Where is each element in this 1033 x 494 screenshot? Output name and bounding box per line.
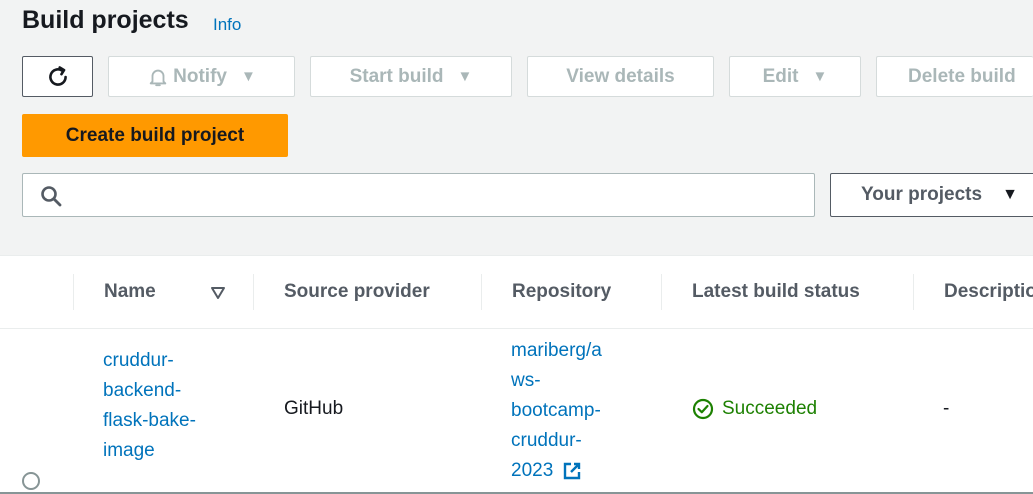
project-name-line: backend- bbox=[103, 380, 182, 401]
start-build-button[interactable]: Start build ▼ bbox=[310, 56, 512, 97]
delete-build-label: Delete build bbox=[908, 65, 1016, 87]
delete-build-button[interactable]: Delete build bbox=[876, 56, 1033, 97]
column-divider bbox=[481, 274, 482, 310]
search-input[interactable] bbox=[75, 180, 799, 212]
repository-line: bootcamp- bbox=[511, 400, 601, 421]
column-header-repository[interactable]: Repository bbox=[512, 281, 611, 303]
project-name-link[interactable]: cruddur- backend- flask-bake- image bbox=[103, 346, 196, 466]
caret-down-icon: ▼ bbox=[812, 68, 828, 85]
source-provider-value: GitHub bbox=[284, 398, 344, 419]
edit-button[interactable]: Edit ▼ bbox=[729, 56, 861, 97]
repository-line: 2023 bbox=[511, 456, 602, 486]
success-check-icon bbox=[692, 398, 714, 420]
refresh-button[interactable] bbox=[22, 56, 93, 97]
column-divider bbox=[253, 274, 254, 310]
caret-down-icon: ▼ bbox=[457, 68, 473, 85]
project-name-line: flask-bake- bbox=[103, 410, 196, 431]
project-name-line: cruddur- bbox=[103, 350, 174, 371]
column-header-latest-build-status[interactable]: Latest build status bbox=[692, 281, 860, 303]
sort-descending-icon[interactable] bbox=[210, 286, 226, 300]
search-field[interactable] bbox=[22, 173, 815, 217]
notify-button[interactable]: Notify ▼ bbox=[108, 56, 295, 97]
view-details-button[interactable]: View details bbox=[527, 56, 714, 97]
repository-line: cruddur- bbox=[511, 430, 582, 451]
search-icon bbox=[41, 186, 62, 207]
repository-line-text: 2023 bbox=[511, 460, 554, 481]
build-projects-table: Name Source provider Repository Latest b… bbox=[0, 255, 1033, 494]
project-name-line: image bbox=[103, 440, 155, 461]
repository-line: mariberg/a bbox=[511, 340, 602, 361]
start-build-label: Start build bbox=[349, 65, 444, 87]
column-divider bbox=[913, 274, 914, 310]
bell-icon bbox=[149, 69, 167, 86]
column-header-description[interactable]: Descriptio bbox=[944, 281, 1033, 303]
refresh-icon bbox=[48, 65, 67, 86]
page-title: Build projects bbox=[22, 6, 189, 34]
caret-down-icon: ▼ bbox=[1002, 186, 1018, 203]
create-build-project-button[interactable]: Create build project bbox=[22, 114, 288, 157]
table-header: Name Source provider Repository Latest b… bbox=[0, 256, 1033, 329]
build-status-label: Succeeded bbox=[722, 398, 818, 419]
row-select-radio[interactable] bbox=[22, 472, 40, 490]
notify-label: Notify bbox=[173, 65, 227, 87]
build-status: Succeeded bbox=[692, 398, 817, 420]
repository-link[interactable]: mariberg/a ws- bootcamp- cruddur- 2023 bbox=[511, 336, 602, 486]
info-link[interactable]: Info bbox=[213, 15, 241, 35]
description-value: - bbox=[943, 398, 950, 419]
table-row[interactable]: cruddur- backend- flask-bake- image GitH… bbox=[0, 328, 1033, 494]
project-filter-value: Your projects bbox=[861, 184, 983, 205]
column-header-name[interactable]: Name bbox=[104, 281, 156, 303]
project-filter-select[interactable]: Your projects ▼ bbox=[830, 173, 1033, 217]
column-header-source-provider[interactable]: Source provider bbox=[284, 281, 430, 303]
column-divider bbox=[73, 274, 74, 310]
column-divider bbox=[661, 274, 662, 310]
repository-line: ws- bbox=[511, 370, 541, 391]
external-link-icon bbox=[564, 462, 581, 480]
view-details-label: View details bbox=[566, 65, 675, 87]
edit-label: Edit bbox=[762, 65, 799, 87]
caret-down-icon: ▼ bbox=[240, 68, 256, 85]
